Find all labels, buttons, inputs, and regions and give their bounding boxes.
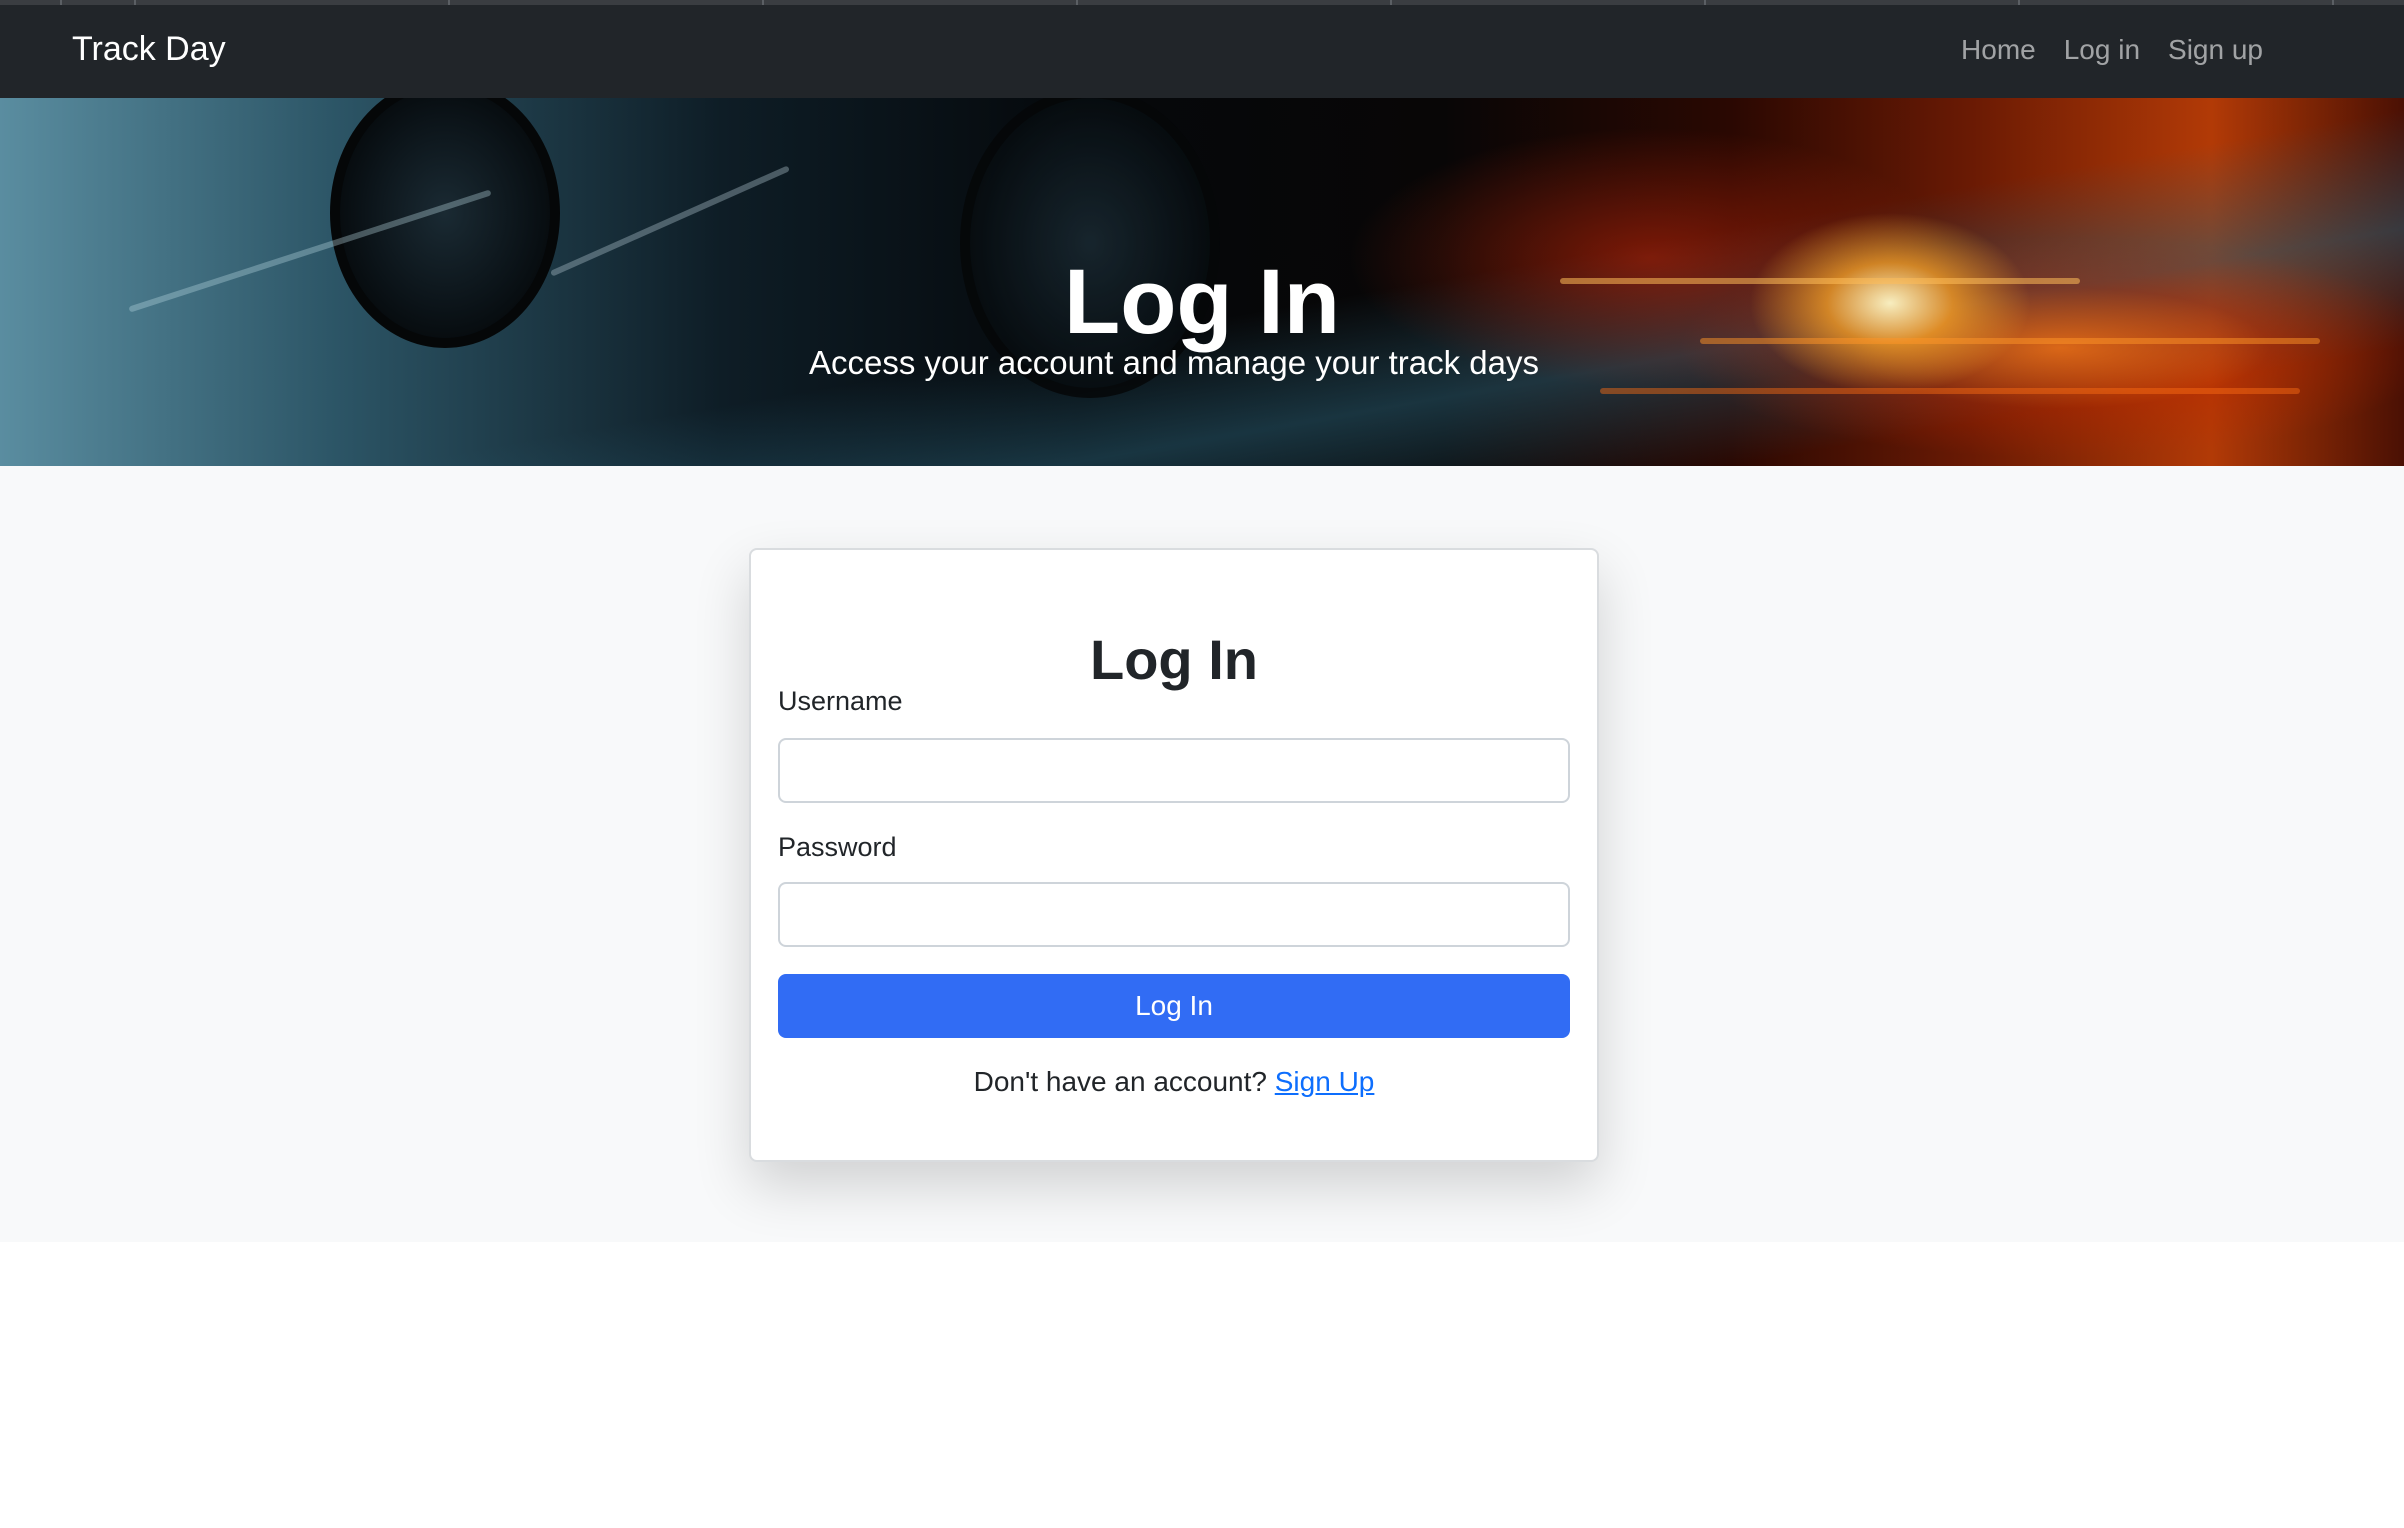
- brand-logo-link[interactable]: Track Day: [72, 29, 226, 69]
- password-label: Password: [778, 832, 897, 862]
- nav-link-signup[interactable]: Sign up: [2168, 32, 2263, 68]
- hero-banner: Log In Access your account and manage yo…: [0, 98, 2404, 466]
- hero-subtitle: Access your account and manage your trac…: [808, 344, 1540, 381]
- login-card-title: Log In: [1090, 628, 1258, 692]
- hero-title: Log In: [1064, 250, 1340, 353]
- top-navbar: Track Day Home Log in Sign up: [0, 5, 2404, 98]
- password-input[interactable]: [778, 882, 1570, 947]
- login-card: Log In Username Password Log In Don't ha…: [749, 548, 1599, 1162]
- username-input[interactable]: [778, 738, 1570, 803]
- nav-links: Home Log in Sign up: [1961, 32, 2263, 68]
- signup-link[interactable]: Sign Up: [1275, 1066, 1375, 1097]
- signup-prompt-row: Don't have an account? Sign Up: [751, 1064, 1597, 1100]
- nav-link-login[interactable]: Log in: [2064, 32, 2140, 68]
- signup-prompt-text: Don't have an account?: [973, 1066, 1267, 1097]
- motion-streak: [1600, 388, 2300, 394]
- login-submit-button[interactable]: Log In: [778, 974, 1570, 1038]
- username-label: Username: [778, 686, 903, 716]
- nav-link-home[interactable]: Home: [1961, 32, 2036, 68]
